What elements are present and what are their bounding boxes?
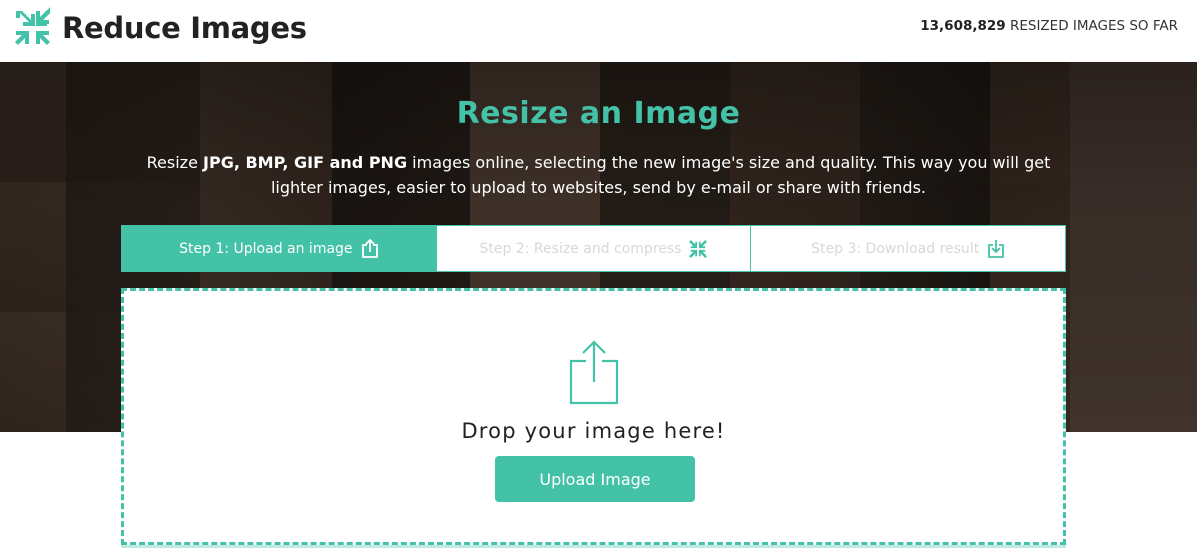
step-download[interactable]: Step 3: Download result <box>750 226 1065 271</box>
steps-bar: Step 1: Upload an image Step 2: Resize a… <box>121 225 1066 272</box>
upload-image-button[interactable]: Upload Image <box>495 456 695 502</box>
upload-icon <box>361 238 379 259</box>
counter-number: 13,608,829 <box>920 18 1006 34</box>
drop-instruction: Drop your image here! <box>461 419 726 443</box>
compress-icon <box>689 239 708 259</box>
step-label: Step 1: Upload an image <box>179 240 353 257</box>
upload-icon <box>569 340 619 405</box>
step-label: Step 2: Resize and compress <box>479 240 682 257</box>
step-label: Step 3: Download result <box>811 240 980 257</box>
resized-counter: 13,608,829 RESIZED IMAGES SO FAR <box>920 18 1178 34</box>
counter-label: RESIZED IMAGES SO FAR <box>1005 18 1178 34</box>
step-resize[interactable]: Step 2: Resize and compress <box>435 226 751 271</box>
logo[interactable]: Reduce Images <box>12 6 307 50</box>
logo-text: Reduce Images <box>62 11 307 45</box>
desc-formats: JPG, BMP, GIF and PNG <box>203 153 408 172</box>
desc-prefix: Resize <box>146 153 204 172</box>
page-title: Resize an Image <box>456 96 741 131</box>
hero-description: Resize JPG, BMP, GIF and PNG images onli… <box>120 150 1077 200</box>
reduce-arrows-icon <box>15 7 50 45</box>
image-dropzone[interactable]: Drop your image here! Upload Image <box>121 288 1066 545</box>
download-icon <box>987 239 1005 259</box>
site-header: Reduce Images 13,608,829 RESIZED IMAGES … <box>0 0 1197 62</box>
step-upload[interactable]: Step 1: Upload an image <box>122 226 436 271</box>
